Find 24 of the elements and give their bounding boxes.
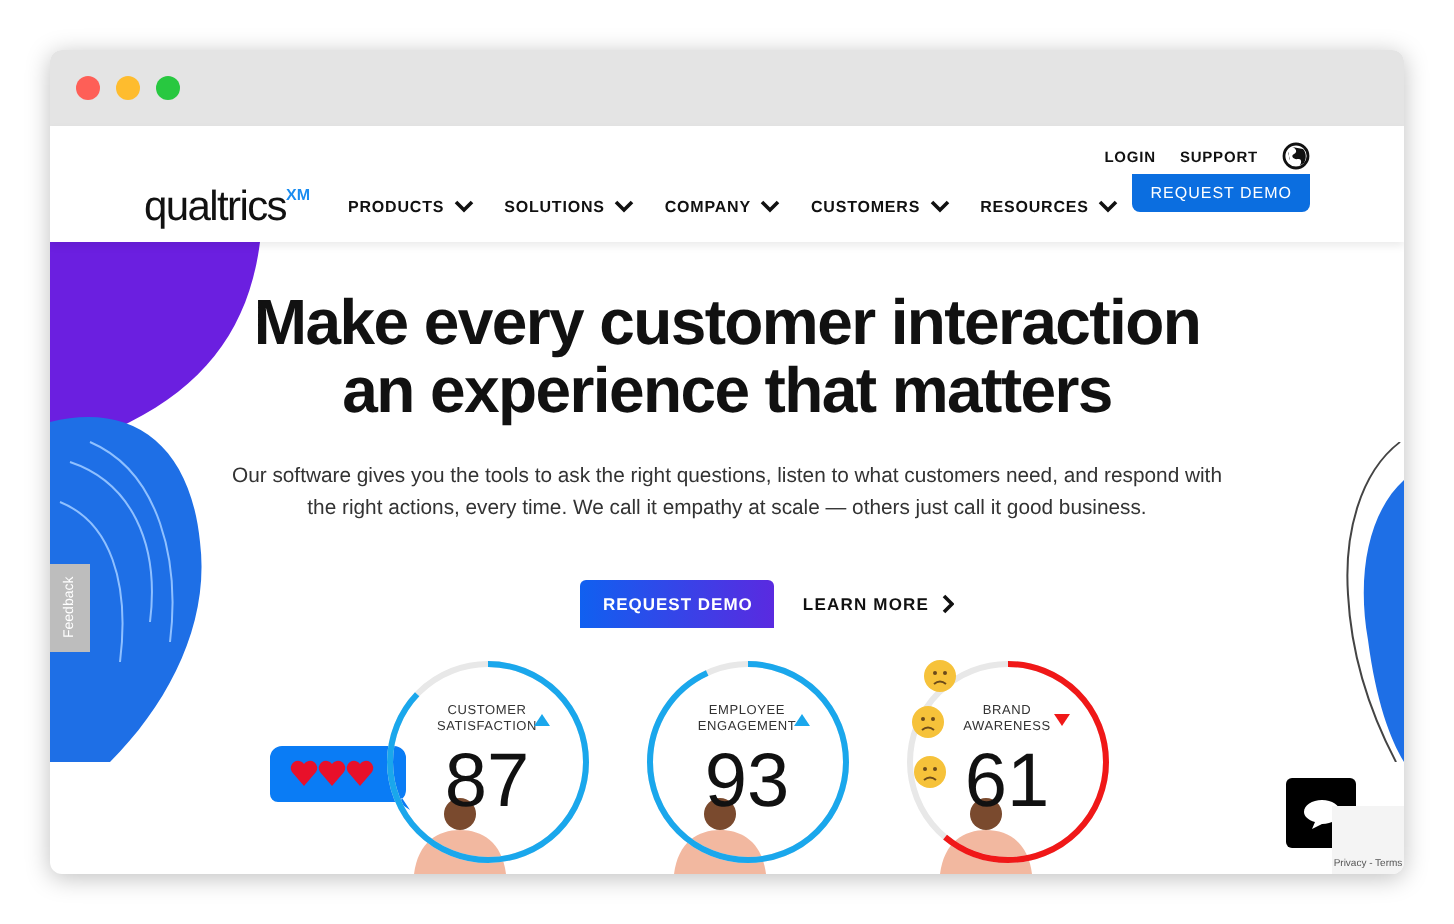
request-demo-button[interactable]: REQUEST DEMO: [1132, 174, 1310, 212]
hero-headline: Make every customer interaction an experience that matters: [253, 288, 1201, 424]
gauge-value: 61: [962, 742, 1052, 822]
sad-face-icon: [912, 706, 944, 738]
chevron-down-icon: [930, 200, 951, 214]
request-demo-button[interactable]: REQUEST DEMO: [580, 580, 775, 628]
chevron-down-icon: [454, 200, 475, 214]
nav-menu-item[interactable]: COMPANY: [664, 198, 781, 216]
nav-menu-item[interactable]: SOLUTIONS: [504, 198, 635, 216]
sad-face-icon: [924, 660, 956, 692]
chevron-down-icon: [760, 200, 781, 214]
nav-menu-item[interactable]: CUSTOMERS: [810, 198, 951, 216]
sad-face-icon: [914, 756, 946, 788]
hearts-chat-bubble-icon: [270, 746, 410, 810]
learn-more-link[interactable]: LEARN MORE: [802, 594, 954, 614]
chevron-down-icon: [614, 200, 635, 214]
nav-menu-item[interactable]: RESOURCES: [980, 198, 1119, 216]
nav-menu-item[interactable]: PRODUCTS: [348, 198, 475, 216]
hero-description: Our software gives you the tools to ask the right questions, listen to what customers need, and respond with the right actions, every time. We call it empathy at scale — others just call it good business.: [230, 464, 1224, 524]
globe-icon[interactable]: [1282, 142, 1310, 170]
gauge-value: 93: [702, 742, 792, 822]
chevron-down-icon: [1098, 200, 1119, 214]
gauge-value: 87: [442, 742, 532, 822]
chevron-right-icon: [941, 594, 954, 614]
